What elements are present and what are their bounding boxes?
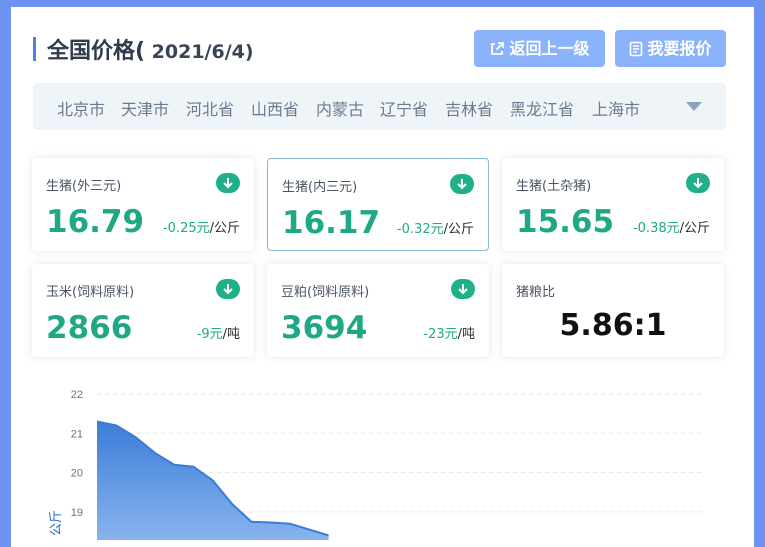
city-tab-hebei[interactable]: 河北省	[186, 96, 234, 120]
price-card-soybean-meal[interactable]: 豆粕(饲料原料) 3694 -23元/吨	[267, 264, 489, 357]
city-tabs: 北京市 天津市 河北省 山西省 内蒙古 辽宁省 吉林省 黑龙江省 上海市	[33, 83, 726, 130]
down-arrow-icon	[450, 174, 474, 194]
card-label: 生猪(内三元)	[282, 180, 358, 195]
page-title: 全国价格( 2021/6/4)	[47, 33, 254, 65]
card-value: 2866	[46, 310, 133, 346]
card-value: 16.79	[46, 204, 145, 240]
card-value: 16.17	[282, 205, 381, 241]
card-value: 3694	[281, 310, 368, 346]
y-tick-label: 20	[71, 468, 83, 480]
change-unit: /公斤	[209, 221, 240, 236]
card-label: 玉米(饲料原料)	[46, 285, 135, 300]
change-unit: /吨	[457, 327, 475, 342]
price-trend-chart: 22 21 20 19 公斤	[48, 389, 705, 540]
card-change: -23元/吨	[423, 323, 475, 342]
quote-button-label: 我要报价	[647, 39, 712, 58]
card-change: -9元/吨	[197, 323, 240, 342]
document-icon	[630, 41, 643, 56]
city-tab-liaoning[interactable]: 辽宁省	[380, 96, 428, 120]
city-tab-neimenggu[interactable]: 内蒙古	[316, 96, 364, 120]
y-axis-label: 公斤	[48, 510, 63, 536]
change-unit: /公斤	[443, 222, 474, 237]
price-card-pig-grain-ratio[interactable]: 猪粮比 5.86:1	[502, 264, 724, 357]
title-accent-bar	[33, 37, 36, 61]
y-tick-label: 19	[71, 507, 83, 519]
card-label: 猪粮比	[516, 285, 556, 300]
card-change: -0.32元/公斤	[397, 218, 474, 237]
down-arrow-icon	[451, 279, 475, 299]
card-label: 生猪(土杂猪)	[516, 179, 592, 194]
y-tick-label: 21	[71, 428, 83, 440]
chevron-down-icon[interactable]	[686, 102, 702, 111]
y-tick-label: 22	[71, 389, 83, 401]
city-tab-shanxi[interactable]: 山西省	[251, 96, 299, 120]
down-arrow-icon	[216, 279, 240, 299]
change-unit: /吨	[222, 327, 240, 342]
back-button[interactable]: 返回上一级	[474, 30, 605, 67]
city-tab-shanghai[interactable]: 上海市	[592, 96, 640, 120]
price-card-pig-native[interactable]: 生猪(土杂猪) 15.65 -0.38元/公斤	[502, 158, 724, 251]
change-amount: -23元	[423, 327, 458, 342]
back-button-label: 返回上一级	[509, 39, 590, 58]
price-card-pig-internal[interactable]: 生猪(内三元) 16.17 -0.32元/公斤	[267, 158, 489, 251]
card-label: 豆粕(饲料原料)	[281, 285, 370, 300]
ratio-value: 5.86:1	[559, 308, 667, 343]
quote-button[interactable]: 我要报价	[615, 30, 726, 67]
change-amount: -0.38元	[632, 221, 680, 236]
card-change: -0.25元/公斤	[163, 217, 240, 236]
card-label: 生猪(外三元)	[46, 179, 122, 194]
title-date: 2021/6/4)	[145, 41, 254, 63]
price-card-corn[interactable]: 玉米(饲料原料) 2866 -9元/吨	[32, 264, 254, 357]
price-card-pig-external[interactable]: 生猪(外三元) 16.79 -0.25元/公斤	[32, 158, 254, 251]
city-tab-tianjin[interactable]: 天津市	[121, 96, 169, 120]
city-tab-beijing[interactable]: 北京市	[57, 96, 105, 120]
change-amount: -0.32元	[396, 222, 444, 237]
external-link-icon	[491, 41, 505, 55]
down-arrow-icon	[686, 173, 710, 193]
card-value: 15.65	[516, 204, 615, 240]
change-amount: -9元	[196, 327, 223, 342]
title-text: 全国价格(	[47, 39, 146, 64]
down-arrow-icon	[216, 173, 240, 193]
city-tab-heilongjiang[interactable]: 黑龙江省	[510, 96, 574, 120]
card-change: -0.38元/公斤	[633, 217, 710, 236]
change-unit: /公斤	[679, 221, 710, 236]
city-tab-jilin[interactable]: 吉林省	[445, 96, 493, 120]
change-amount: -0.25元	[162, 221, 210, 236]
